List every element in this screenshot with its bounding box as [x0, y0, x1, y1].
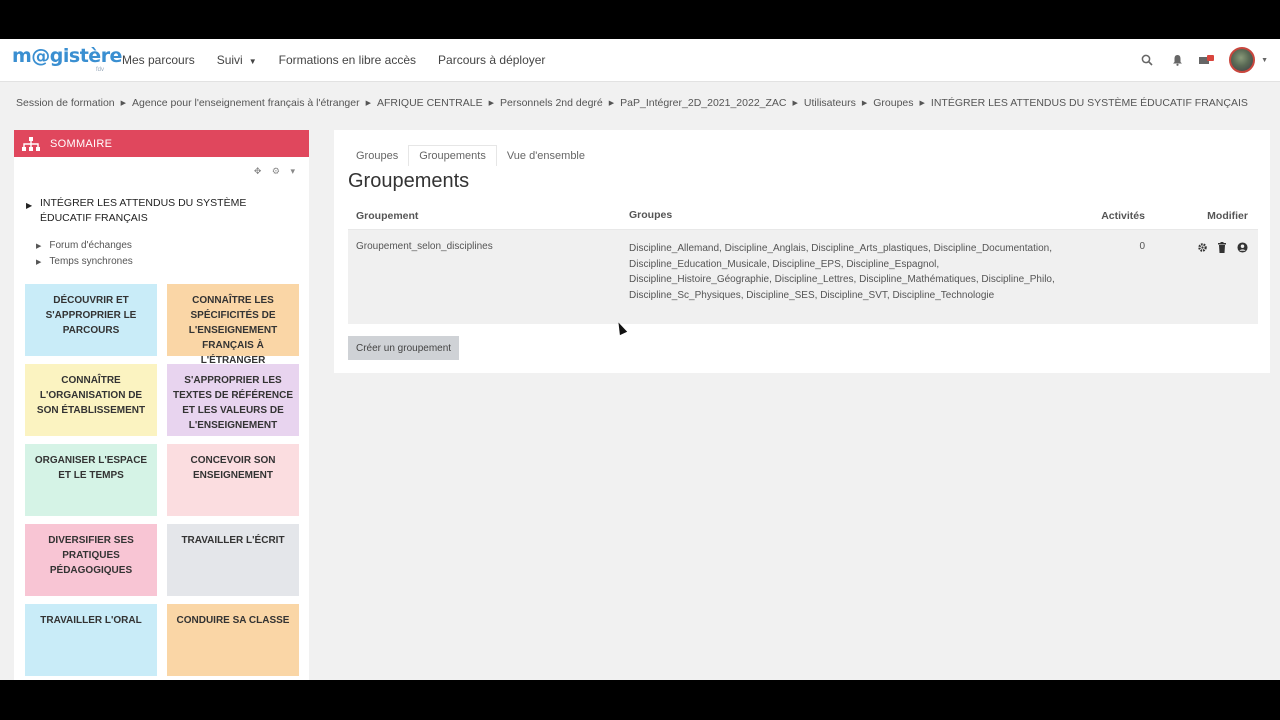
- sommaire-sidebar: SOMMAIRE ✥ ⚙ ▾ ▶ INTÉGRER LES ATTENDUS D…: [14, 130, 309, 680]
- sub-link-temps-synchrones[interactable]: ▶ Temps synchrones: [36, 254, 133, 270]
- breadcrumb-current: INTÉGRER LES ATTENDUS DU SYSTÈME ÉDUCATI…: [930, 97, 1248, 109]
- caret-right-icon: ▶: [36, 243, 42, 250]
- chevron-down-icon: ▼: [248, 57, 257, 66]
- chevron-down-icon[interactable]: ▼: [1261, 57, 1268, 64]
- navbar-actions: ▼: [1125, 47, 1268, 73]
- module-tile[interactable]: TRAVAILLER L'ORAL: [25, 604, 157, 676]
- cell-activites: 0: [1139, 241, 1145, 252]
- cell-groupement: Groupement_selon_disciplines: [356, 241, 493, 252]
- caret-right-icon: ▶: [26, 201, 33, 210]
- module-tile[interactable]: CONCEVOIR SON ENSEIGNEMENT: [167, 444, 299, 516]
- gear-icon[interactable]: [1196, 241, 1208, 253]
- chevron-right-icon: ▶: [861, 100, 868, 107]
- user-icon[interactable]: [1236, 241, 1248, 253]
- main-content: Groupes Groupements Vue d'ensemble Group…: [334, 130, 1270, 373]
- header-modifier: Modifier: [1207, 209, 1248, 222]
- module-tiles: DÉCOUVRIR ET S'APPROPRIER LE PARCOURS CO…: [25, 284, 299, 676]
- user-avatar[interactable]: [1229, 47, 1256, 73]
- page-title: Groupements: [348, 170, 470, 192]
- breadcrumb: Session de formation ▶ Agence pour l'ense…: [16, 97, 1248, 109]
- module-tile[interactable]: TRAVAILLER L'ÉCRIT: [167, 524, 299, 596]
- bell-icon[interactable]: [1169, 52, 1185, 68]
- module-tile[interactable]: S'APPROPRIER LES TEXTES DE RÉFÉRENCE ET …: [167, 364, 299, 436]
- header-activites: Activités: [1101, 209, 1145, 222]
- trash-icon[interactable]: [1216, 241, 1228, 253]
- nav-formations-libre-acces[interactable]: Formations en libre accès: [279, 53, 416, 67]
- search-icon[interactable]: [1139, 52, 1155, 68]
- section-title[interactable]: ▶ INTÉGRER LES ATTENDUS DU SYSTÈME ÉDUCA…: [26, 196, 296, 226]
- breadcrumb-item[interactable]: AFRIQUE CENTRALE: [377, 97, 483, 109]
- tab-groupements[interactable]: Groupements: [408, 145, 497, 166]
- magistere-logo[interactable]: m@gistère fdv: [12, 45, 122, 75]
- chevron-right-icon: ▶: [608, 100, 615, 107]
- chevron-right-icon: ▶: [488, 100, 494, 107]
- sommaire-header[interactable]: SOMMAIRE: [14, 130, 309, 157]
- chevron-right-icon: ▶: [792, 100, 798, 107]
- table-header: Groupement Groupes Activités Modifier: [348, 202, 1258, 230]
- sitemap-icon: [22, 136, 40, 151]
- chevron-right-icon: ▶: [365, 100, 371, 107]
- tab-groupes[interactable]: Groupes: [346, 146, 408, 166]
- nav-suivi-dropdown[interactable]: Suivi ▼: [217, 53, 257, 67]
- breadcrumb-item[interactable]: Session de formation: [16, 97, 115, 109]
- nav-mes-parcours[interactable]: Mes parcours: [122, 53, 195, 67]
- caret-right-icon: ▶: [36, 259, 42, 266]
- module-tile[interactable]: CONNAÎTRE L'ORGANISATION DE SON ÉTABLISS…: [25, 364, 157, 436]
- sub-link-forum[interactable]: ▶ Forum d'échanges: [36, 238, 133, 254]
- chevron-right-icon: ▶: [120, 100, 127, 107]
- top-navbar: m@gistère fdv Mes parcours Suivi ▼ Format…: [0, 39, 1280, 82]
- create-groupement-button[interactable]: Créer un groupement: [348, 336, 460, 360]
- letterbox-top: [0, 0, 1280, 39]
- breadcrumb-item[interactable]: Personnels 2nd degré: [500, 97, 603, 109]
- tab-vue-ensemble[interactable]: Vue d'ensemble: [497, 146, 595, 166]
- breadcrumb-item[interactable]: Utilisateurs: [804, 97, 856, 109]
- module-tile[interactable]: DIVERSIFIER SES PRATIQUES PÉDAGOGIQUES: [25, 524, 157, 596]
- messages-icon[interactable]: [1199, 52, 1215, 68]
- cell-groupes: Discipline_Allemand, Discipline_Anglais,…: [629, 243, 1055, 301]
- breadcrumb-item[interactable]: PaP_Intégrer_2D_2021_2022_ZAC: [620, 97, 786, 109]
- header-groupes: Groupes: [629, 208, 673, 221]
- table-row: Groupement_selon_disciplines Discipline_…: [348, 230, 1258, 324]
- app-window: m@gistère fdv Mes parcours Suivi ▼ Format…: [0, 39, 1280, 680]
- module-tile[interactable]: CONNAÎTRE LES SPÉCIFICITÉS DE L'ENSEIGNE…: [167, 284, 299, 366]
- groupements-table: Groupement Groupes Activités Modifier Gr…: [348, 202, 1258, 324]
- section-sub-links: ▶ Forum d'échanges ▶ Temps synchrones: [36, 238, 133, 270]
- group-tabs: Groupes Groupements Vue d'ensemble: [346, 145, 595, 166]
- module-tile[interactable]: ORGANISER L'ESPACE ET LE TEMPS: [25, 444, 157, 516]
- block-tools-icon[interactable]: ✥ ⚙ ▾: [254, 166, 299, 177]
- breadcrumb-item[interactable]: Agence pour l'enseignement français à l'…: [132, 97, 360, 109]
- letterbox-bottom: [0, 680, 1280, 720]
- nav-links: Mes parcours Suivi ▼ Formations en libre …: [122, 53, 567, 67]
- cell-actions: [1171, 241, 1258, 253]
- module-tile[interactable]: DÉCOUVRIR ET S'APPROPRIER LE PARCOURS: [25, 284, 157, 356]
- chevron-right-icon: ▶: [919, 100, 925, 107]
- breadcrumb-item[interactable]: Groupes: [873, 97, 913, 109]
- header-groupement: Groupement: [356, 209, 419, 222]
- module-tile[interactable]: CONDUIRE SA CLASSE: [167, 604, 299, 676]
- nav-parcours-a-deployer[interactable]: Parcours à déployer: [438, 53, 545, 67]
